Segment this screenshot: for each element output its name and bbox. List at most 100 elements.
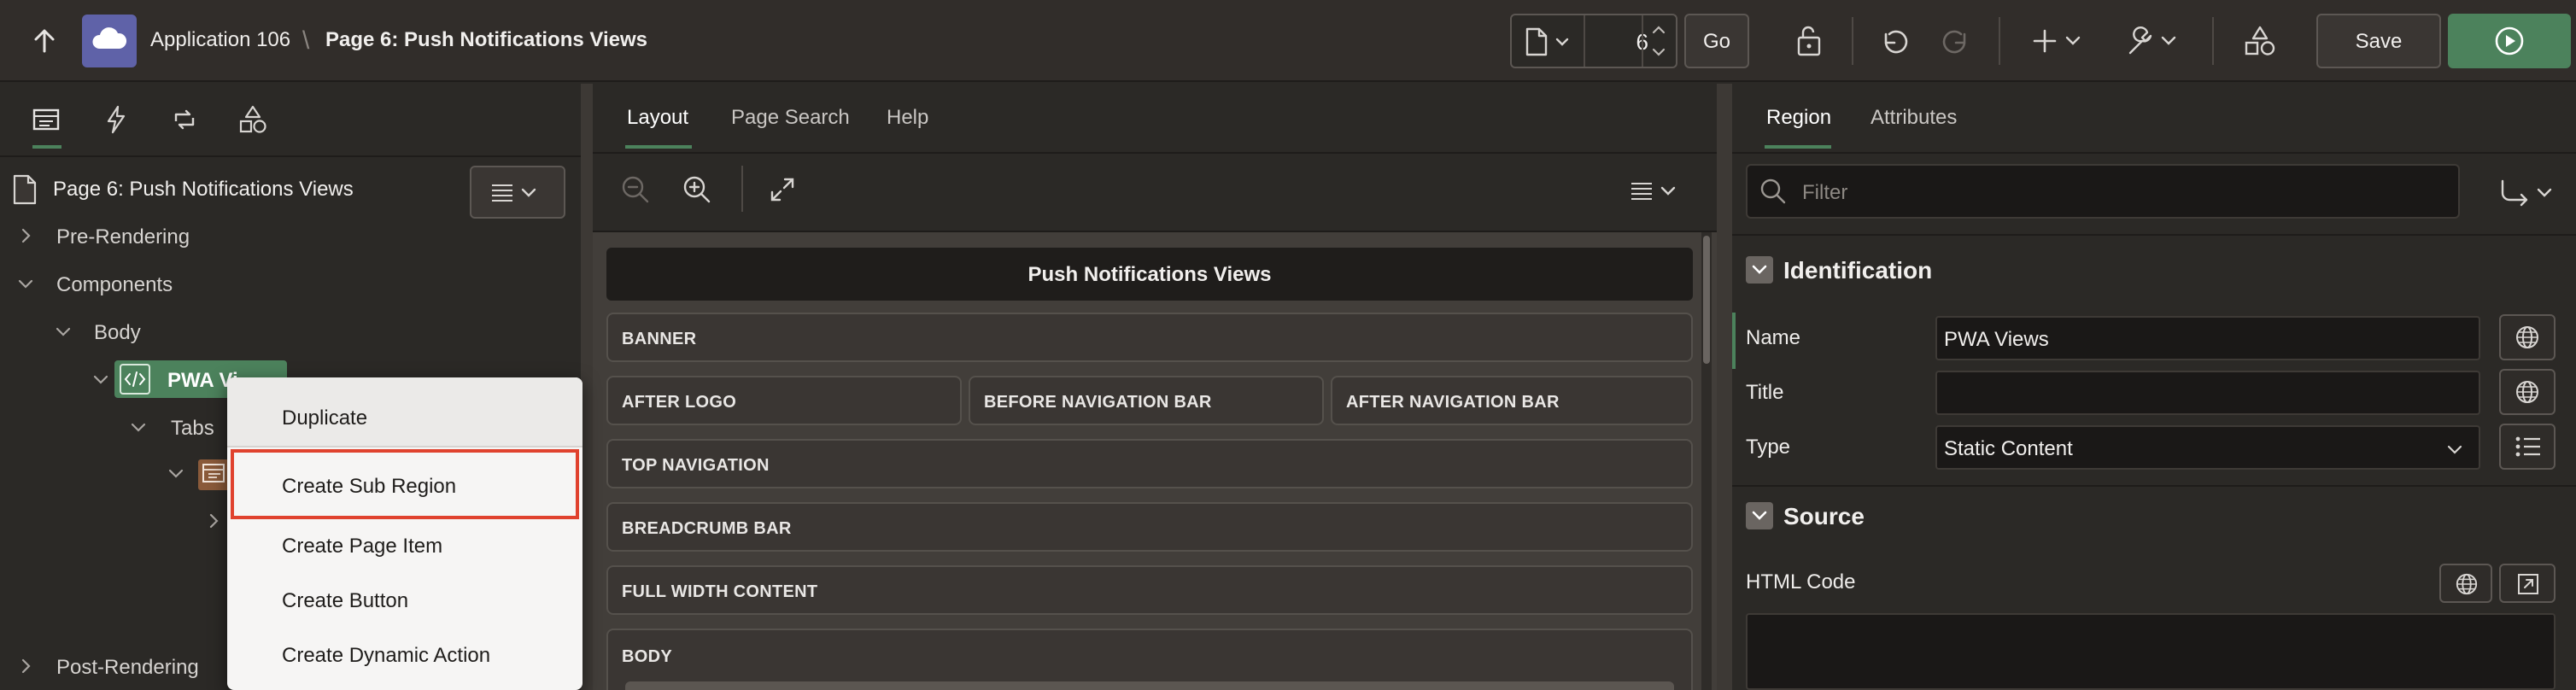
up-arrow-icon[interactable] <box>29 26 60 56</box>
undo-icon[interactable] <box>1877 24 1912 58</box>
type-label: Type <box>1746 436 1791 459</box>
play-icon <box>2494 26 2525 56</box>
canvas-scrollbar-thumb[interactable] <box>1703 236 1710 364</box>
page-header-title: Push Notifications Views <box>1027 263 1272 286</box>
go-to-group-icon[interactable] <box>2497 178 2557 208</box>
page-header-bar: Push Notifications Views <box>606 248 1693 301</box>
tree-node-tabs[interactable]: Tabs <box>171 417 214 441</box>
run-page-button[interactable] <box>2448 14 2571 68</box>
open-code-editor-button[interactable] <box>2499 564 2556 603</box>
right-splitter[interactable] <box>1717 84 1732 690</box>
chevron-down-icon <box>2446 441 2463 458</box>
go-button-label: Go <box>1702 30 1730 53</box>
body-sub-region[interactable] <box>625 681 1674 690</box>
menu-item-duplicate[interactable]: Duplicate <box>227 377 583 446</box>
tree-node-components[interactable]: Components <box>56 273 173 297</box>
region-full-width-content[interactable]: FULL WIDTH CONTENT <box>606 565 1693 615</box>
shared-components-icon[interactable] <box>2243 24 2277 58</box>
identification-heading: Identification <box>1783 257 1933 284</box>
tree-node-body[interactable]: Body <box>94 321 141 345</box>
save-button[interactable]: Save <box>2316 14 2441 68</box>
expand-icon[interactable] <box>769 176 796 203</box>
tree-menu-button[interactable] <box>470 166 565 219</box>
active-tab-indicator <box>32 145 61 149</box>
shared-components-tab-icon[interactable] <box>237 104 268 135</box>
menu-item-create-dynamic-action-label: Create Dynamic Action <box>282 644 491 667</box>
chevron-down-icon[interactable] <box>130 418 147 436</box>
tab-layout[interactable]: Layout <box>627 106 688 130</box>
rendering-tab-icon[interactable] <box>31 104 61 135</box>
property-editor-pane: Region Attributes Filter Identification … <box>1732 84 2576 690</box>
increment-icon[interactable] <box>1648 20 1669 39</box>
html-region-icon <box>120 364 150 395</box>
chevron-down-icon[interactable] <box>92 371 109 388</box>
app-name-link[interactable]: Application 106 <box>150 28 290 52</box>
region-before-navigation-bar[interactable]: BEFORE NAVIGATION BAR <box>969 376 1324 425</box>
region-after-logo[interactable]: AFTER LOGO <box>606 376 962 425</box>
processing-tab-icon[interactable] <box>169 104 200 135</box>
menu-item-create-dynamic-action[interactable]: Create Dynamic Action <box>227 635 583 687</box>
collapse-identification-icon[interactable] <box>1746 256 1773 284</box>
active-tab-indicator <box>1765 145 1831 149</box>
chevron-down-icon[interactable] <box>17 275 34 292</box>
tab-page-search[interactable]: Page Search <box>731 106 850 130</box>
menu-item-create-button-label: Create Button <box>282 589 409 612</box>
tree-node-post-rendering[interactable]: Post-Rendering <box>56 656 199 680</box>
filter-field[interactable]: Filter <box>1746 164 2460 219</box>
tab-help[interactable]: Help <box>887 106 928 130</box>
type-list-button[interactable] <box>2499 424 2556 470</box>
region-banner[interactable]: BANNER <box>606 313 1693 362</box>
utilities-wrench-icon[interactable] <box>2125 24 2180 58</box>
chevron-right-icon[interactable] <box>17 658 34 675</box>
html-code-editor[interactable] <box>1746 613 2556 690</box>
collapse-source-icon[interactable] <box>1746 502 1773 529</box>
title-label: Title <box>1746 381 1784 404</box>
page-title: Page 6: Push Notifications Views <box>325 28 647 51</box>
create-menu-icon[interactable] <box>2031 26 2086 56</box>
zoom-out-icon[interactable] <box>620 174 651 205</box>
tab-attributes[interactable]: Attributes <box>1871 106 1957 130</box>
region-banner-label: BANNER <box>622 330 697 348</box>
chevron-right-icon[interactable] <box>205 512 222 529</box>
go-button[interactable]: Go <box>1684 14 1749 68</box>
zoom-in-icon[interactable] <box>682 174 712 205</box>
search-icon <box>1759 178 1787 205</box>
type-value: Static Content <box>1944 437 2073 460</box>
region-top-navigation[interactable]: TOP NAVIGATION <box>606 439 1693 488</box>
title-field[interactable] <box>1935 371 2480 415</box>
name-value: PWA Views <box>1944 328 2049 351</box>
type-select[interactable]: Static Content <box>1935 425 2480 470</box>
translate-title-button[interactable] <box>2499 369 2556 415</box>
canvas-scrollbar[interactable] <box>1701 232 1712 690</box>
layout-menu-icon[interactable] <box>1630 181 1684 202</box>
chevron-down-icon[interactable] <box>167 465 184 482</box>
page-node-label[interactable]: Page 6: Push Notifications Views <box>53 178 354 202</box>
left-splitter[interactable] <box>581 84 593 690</box>
menu-item-create-button[interactable]: Create Button <box>227 581 583 632</box>
lock-page-icon[interactable] <box>1792 24 1826 58</box>
layout-pane: Layout Page Search Help Push Notificatio… <box>593 84 1717 690</box>
name-field[interactable]: PWA Views <box>1935 316 2480 360</box>
app-cloud-icon[interactable] <box>82 15 137 67</box>
menu-item-create-page-item[interactable]: Create Page Item <box>227 526 583 577</box>
chevron-right-icon[interactable] <box>17 227 34 244</box>
region-after-navigation-bar[interactable]: AFTER NAVIGATION BAR <box>1331 376 1693 425</box>
menu-item-create-page-item-label: Create Page Item <box>282 535 443 558</box>
page-node-icon <box>12 174 38 205</box>
tree-node-pre-rendering[interactable]: Pre-Rendering <box>56 225 190 249</box>
redo-icon[interactable] <box>1939 24 1973 58</box>
page-icon[interactable] <box>1524 27 1549 56</box>
region-body[interactable]: BODY <box>606 629 1693 690</box>
decrement-icon[interactable] <box>1648 43 1669 61</box>
region-before-navigation-bar-label: BEFORE NAVIGATION BAR <box>984 393 1212 412</box>
chevron-down-icon[interactable] <box>1554 34 1570 50</box>
dynamic-actions-tab-icon[interactable] <box>101 104 132 135</box>
chevron-down-icon[interactable] <box>55 323 72 340</box>
tab-region[interactable]: Region <box>1766 106 1831 130</box>
layout-canvas: Push Notifications Views BANNER AFTER LO… <box>593 232 1717 690</box>
translate-html-code-button[interactable] <box>2439 564 2492 603</box>
translate-name-button[interactable] <box>2499 314 2556 360</box>
region-breadcrumb-bar[interactable]: BREADCRUMB BAR <box>606 502 1693 552</box>
page-number-input[interactable]: 6 <box>1597 29 1648 56</box>
menu-item-create-sub-region[interactable]: Create Sub Region <box>231 449 579 519</box>
